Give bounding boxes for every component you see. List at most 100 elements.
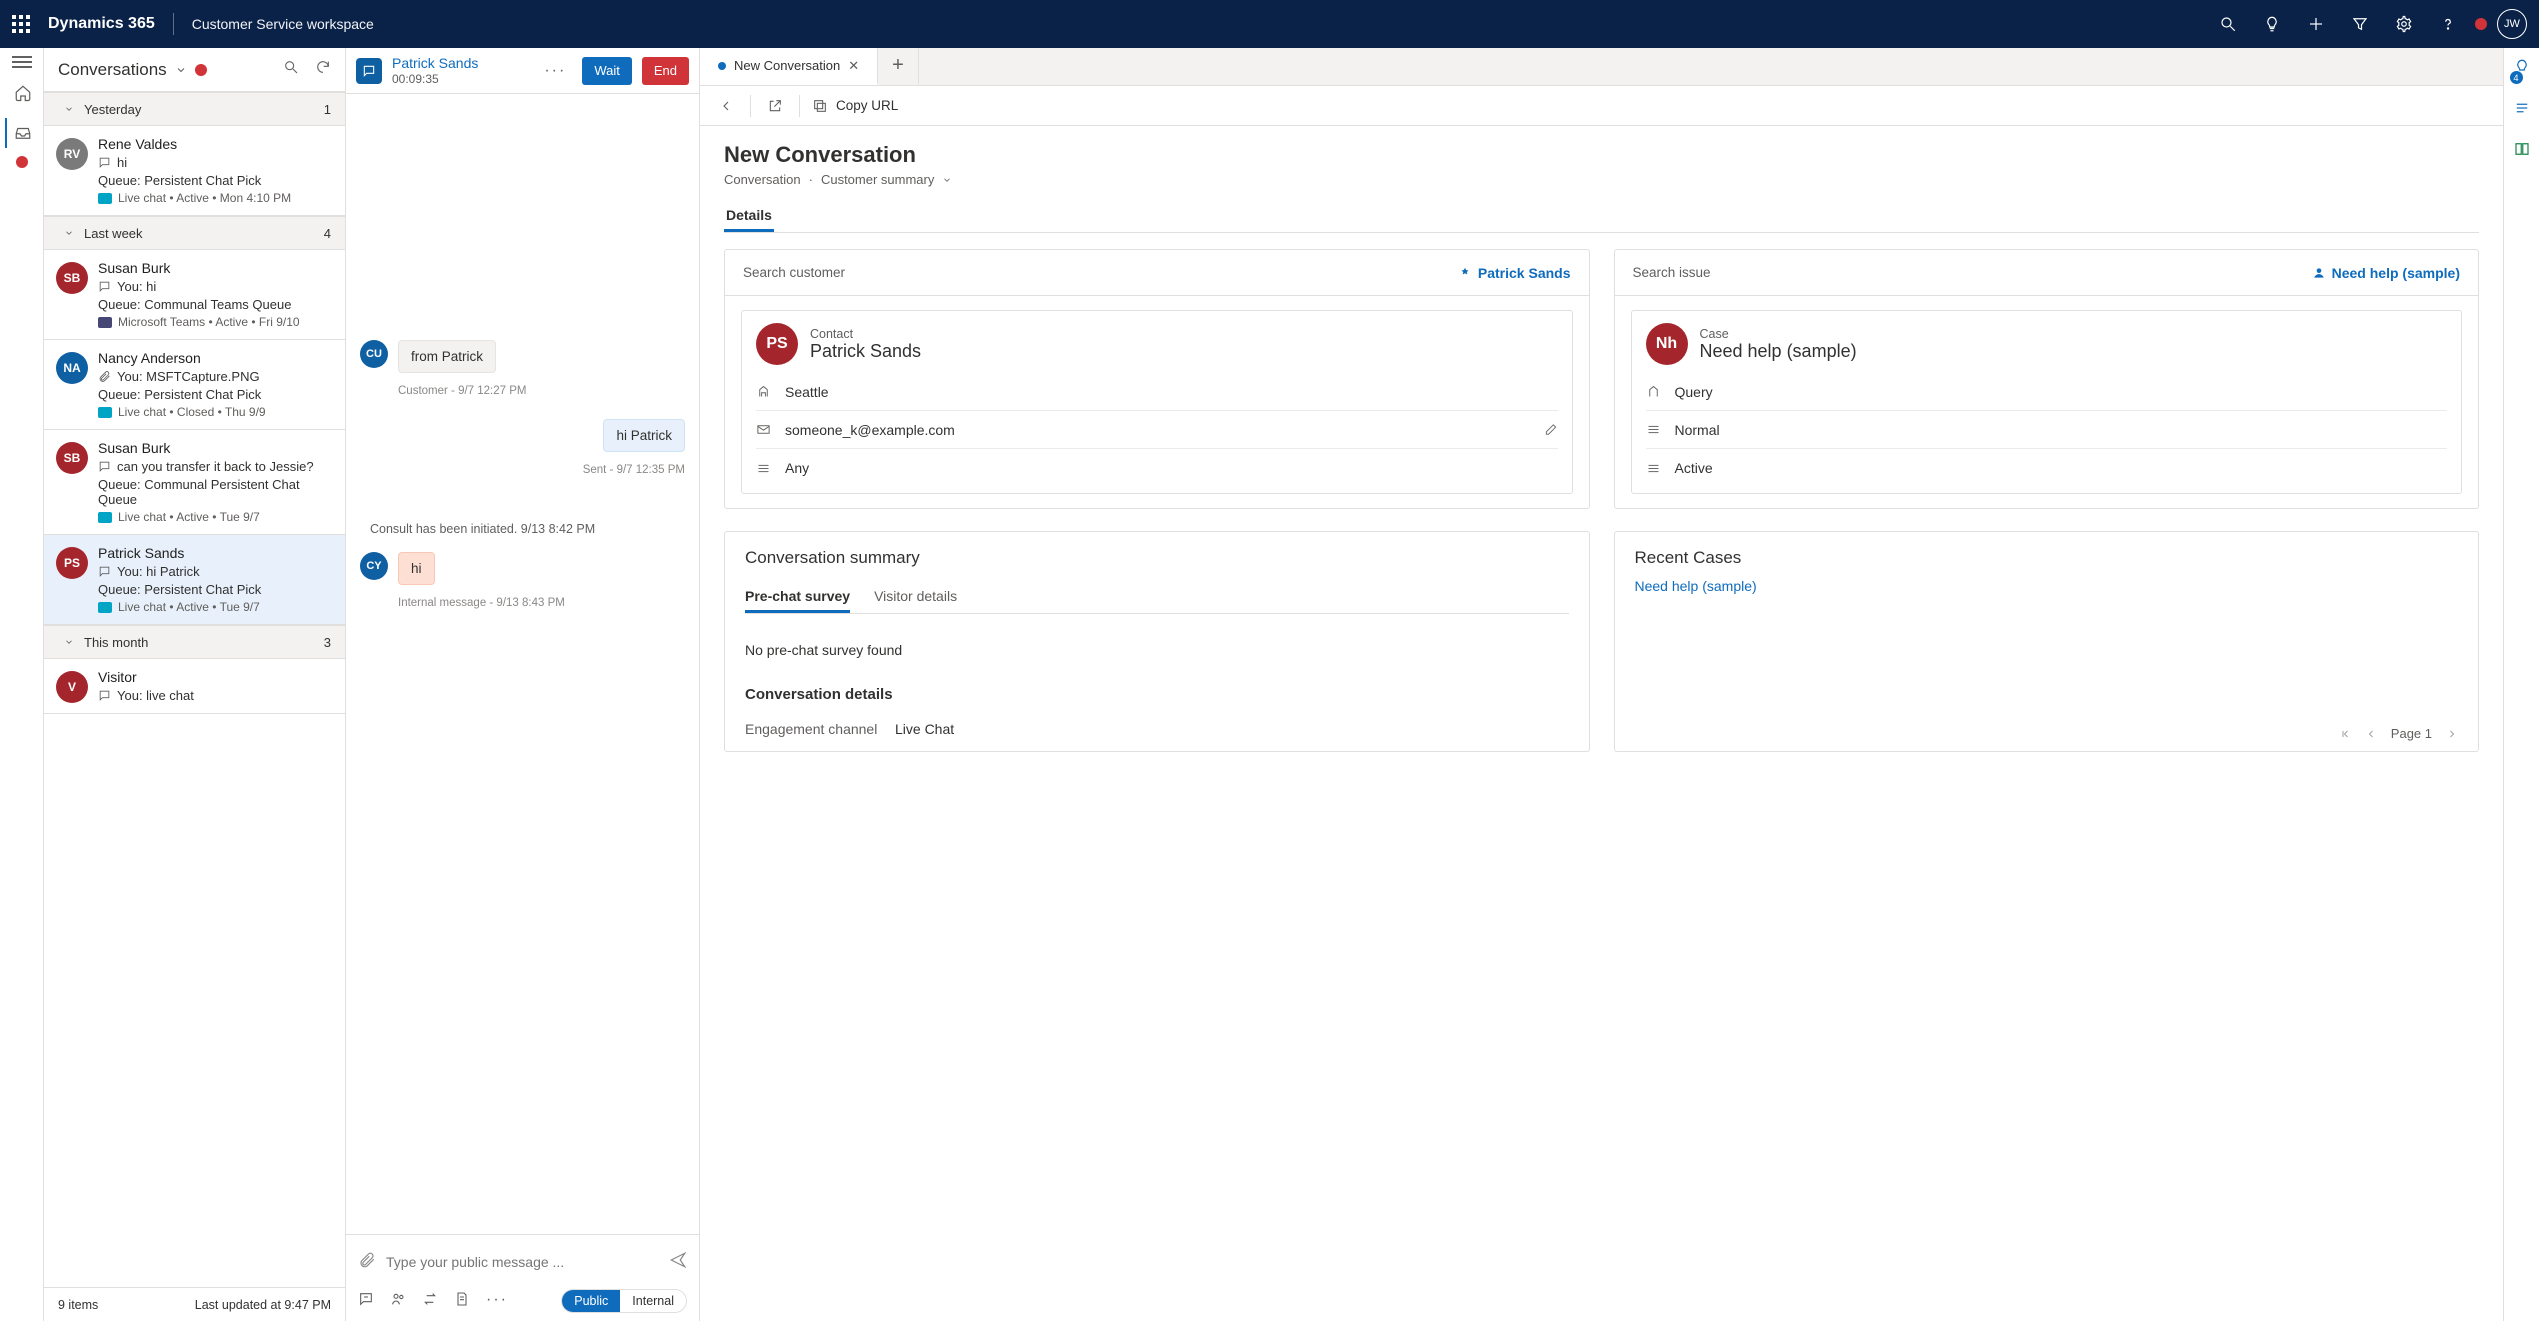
lightbulb-icon[interactable] xyxy=(2255,7,2289,41)
field-status[interactable]: Active xyxy=(1646,449,2448,487)
filter-icon[interactable] xyxy=(2343,7,2377,41)
conversation-preview: You: hi xyxy=(117,279,156,294)
transfer-icon[interactable] xyxy=(422,1291,438,1312)
toggle-internal[interactable]: Internal xyxy=(620,1290,686,1312)
case-lookup[interactable]: Need help (sample) xyxy=(2312,265,2460,281)
visibility-toggle[interactable]: Public Internal xyxy=(561,1289,687,1313)
inbox-icon[interactable] xyxy=(5,118,39,148)
gear-icon[interactable] xyxy=(2387,7,2421,41)
next-page-icon[interactable] xyxy=(2446,728,2458,740)
message-bubble: hi xyxy=(398,552,435,585)
teams-icon xyxy=(98,317,112,328)
field-preferred[interactable]: Any xyxy=(756,449,1558,487)
more-icon[interactable]: ··· xyxy=(538,62,572,80)
last-updated: Last updated at 9:47 PM xyxy=(195,1298,331,1312)
conversation-queue: Queue: Communal Persistent Chat Queue xyxy=(98,477,331,507)
chevron-down-icon[interactable] xyxy=(175,64,187,76)
edit-icon[interactable] xyxy=(1544,422,1558,437)
hamburger-icon[interactable] xyxy=(12,56,32,68)
tab-new-conversation[interactable]: New Conversation ✕ xyxy=(700,48,878,85)
plus-icon[interactable] xyxy=(2299,7,2333,41)
breadcrumb-item: Conversation xyxy=(724,172,801,187)
notes-icon[interactable] xyxy=(454,1291,470,1312)
group-header[interactable]: Yesterday 1 xyxy=(44,92,345,126)
attachment-icon xyxy=(98,370,111,383)
attachment-icon[interactable] xyxy=(358,1251,376,1274)
section-title: Conversation details xyxy=(745,686,1569,703)
avatar: RV xyxy=(56,138,88,170)
conversation-item[interactable]: PS Patrick Sands You: hi Patrick Queue: … xyxy=(44,535,345,625)
tab-details[interactable]: Details xyxy=(724,201,774,232)
app-launcher-icon[interactable] xyxy=(12,15,30,33)
conversation-item[interactable]: SB Susan Burk can you transfer it back t… xyxy=(44,430,345,535)
livechat-icon xyxy=(98,407,112,418)
conversation-name: Susan Burk xyxy=(98,260,331,276)
wait-button[interactable]: Wait xyxy=(582,57,632,85)
presence-indicator[interactable] xyxy=(2475,18,2487,30)
field-city[interactable]: Seattle xyxy=(756,373,1558,411)
consult-icon[interactable] xyxy=(390,1291,406,1312)
popout-icon[interactable] xyxy=(757,90,793,122)
list-unread-indicator xyxy=(195,64,207,76)
user-avatar[interactable]: JW xyxy=(2497,9,2527,39)
chat-title[interactable]: Patrick Sands xyxy=(392,55,528,72)
contact-avatar: PS xyxy=(756,323,798,365)
field-priority[interactable]: Normal xyxy=(1646,411,2448,449)
send-icon[interactable] xyxy=(669,1251,687,1274)
prev-page-icon[interactable] xyxy=(2365,728,2377,740)
field-type[interactable]: Query xyxy=(1646,373,2448,411)
message-meta: Sent - 9/7 12:35 PM xyxy=(360,464,685,476)
avatar: SB xyxy=(56,262,88,294)
case-name[interactable]: Need help (sample) xyxy=(1700,341,1857,362)
group-header[interactable]: Last week 4 xyxy=(44,216,345,250)
recent-case-link[interactable]: Need help (sample) xyxy=(1635,578,1757,594)
home-icon[interactable] xyxy=(5,78,39,108)
field-email[interactable]: someone_k@example.com xyxy=(756,411,1558,449)
lookup-label: Search issue xyxy=(1633,265,1711,280)
group-header[interactable]: This month 3 xyxy=(44,625,345,659)
list-title[interactable]: Conversations xyxy=(58,60,167,80)
conversation-name: Rene Valdes xyxy=(98,136,331,152)
back-icon[interactable] xyxy=(708,90,744,122)
customer-lookup[interactable]: Patrick Sands xyxy=(1458,265,1571,281)
end-button[interactable]: End xyxy=(642,57,689,85)
message-meta: Customer - 9/7 12:27 PM xyxy=(398,385,685,397)
refresh-icon[interactable] xyxy=(315,59,331,80)
avatar: NA xyxy=(56,352,88,384)
help-icon[interactable] xyxy=(2431,7,2465,41)
conversation-item[interactable]: SB Susan Burk You: hi Queue: Communal Te… xyxy=(44,250,345,340)
conversation-preview: You: hi Patrick xyxy=(117,564,200,579)
conversation-item[interactable]: V Visitor You: live chat xyxy=(44,659,345,714)
list-search-icon[interactable] xyxy=(283,59,299,80)
sender-avatar: CY xyxy=(360,552,388,580)
conversation-preview: hi xyxy=(117,155,127,170)
chat-header: Patrick Sands 00:09:35 ··· Wait End xyxy=(346,48,699,94)
tab-prechat[interactable]: Pre-chat survey xyxy=(745,582,850,613)
toggle-public[interactable]: Public xyxy=(562,1290,620,1312)
more-actions-icon[interactable]: ··· xyxy=(486,1291,508,1312)
first-page-icon[interactable] xyxy=(2339,728,2351,740)
composer: ··· Public Internal xyxy=(346,1234,699,1321)
group-count: 4 xyxy=(324,226,331,241)
empty-state: No pre-chat survey found xyxy=(725,614,1589,686)
chat-icon xyxy=(98,565,111,578)
brand-label: Dynamics 365 xyxy=(48,15,155,33)
add-tab-button[interactable]: + xyxy=(878,48,919,85)
copy-url-button[interactable]: Copy URL xyxy=(806,98,904,114)
smart-assist-icon[interactable]: 4 xyxy=(2513,58,2531,81)
agent-script-icon[interactable] xyxy=(2513,99,2531,122)
quick-reply-icon[interactable] xyxy=(358,1291,374,1312)
knowledge-icon[interactable] xyxy=(2513,140,2531,163)
breadcrumb-item[interactable]: Customer summary xyxy=(821,172,934,187)
message-input[interactable] xyxy=(386,1254,659,1270)
conversation-item[interactable]: RV Rene Valdes hi Queue: Persistent Chat… xyxy=(44,126,345,216)
conversation-item[interactable]: NA Nancy Anderson You: MSFTCapture.PNG Q… xyxy=(44,340,345,430)
contact-name[interactable]: Patrick Sands xyxy=(810,341,921,362)
search-icon[interactable] xyxy=(2211,7,2245,41)
entity-label: Case xyxy=(1700,327,1857,341)
tab-visitor-details[interactable]: Visitor details xyxy=(874,582,957,613)
chevron-down-icon[interactable] xyxy=(942,175,952,185)
breadcrumb: Conversation · Customer summary xyxy=(724,172,2479,187)
card-title: Recent Cases xyxy=(1635,548,2459,568)
close-icon[interactable]: ✕ xyxy=(848,58,859,74)
